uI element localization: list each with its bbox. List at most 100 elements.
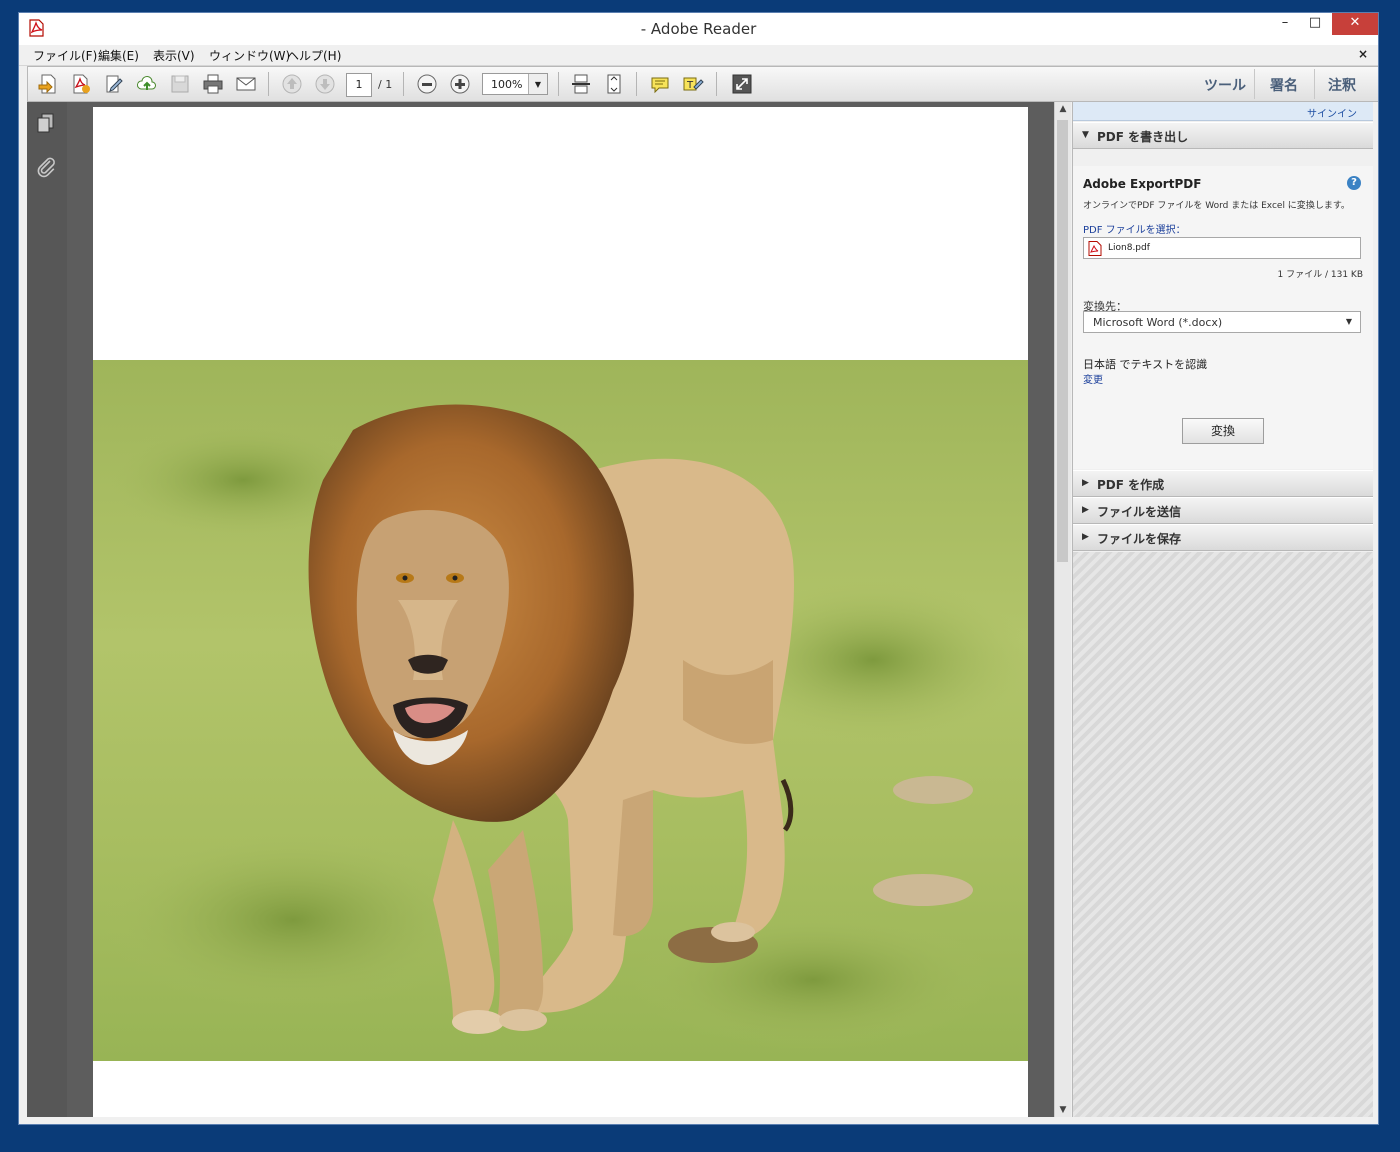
full-screen-button[interactable] [730,73,754,95]
open-button[interactable] [36,73,60,95]
zoom-in-button[interactable] [448,73,472,95]
file-name: Lion8.pdf [1108,243,1150,253]
attachment-paperclip-icon[interactable] [35,156,57,178]
title-bar: - Adobe Reader – □ ✕ [19,13,1378,45]
pdf-file-icon [1088,241,1102,256]
signin-bar: サインイン [1073,102,1373,121]
next-page-button[interactable] [313,73,337,95]
lion-photo [93,360,1028,1061]
format-dropdown[interactable]: Microsoft Word (*.docx) ▼ [1083,311,1361,333]
collapsed-triangle-icon: ▶ [1082,478,1089,488]
toolbar-separator [716,72,717,96]
format-value: Microsoft Word (*.docx) [1093,316,1223,329]
chevron-down-icon: ▼ [1345,317,1352,326]
page-thumbnails-icon[interactable] [35,112,57,134]
comment-bubble-icon [651,77,669,94]
create-pdf-icon [73,74,90,94]
menu-file[interactable]: ファイル(F) [33,47,97,64]
menu-window[interactable]: ウィンドウ(W) [209,47,290,64]
sticky-note-button[interactable] [648,73,672,95]
section-send-file[interactable]: ▶ ファイルを送信 [1073,497,1373,524]
open-file-icon [38,74,56,94]
menu-help[interactable]: ヘルプ(H) [287,47,341,64]
pdf-page [93,107,1028,1117]
maximize-button[interactable]: □ [1300,13,1330,35]
envelope-icon [236,77,256,91]
edit-button[interactable] [102,73,126,95]
scroll-mode-button[interactable] [569,73,593,95]
zoom-select[interactable]: 100% ▼ [482,73,548,95]
expand-icon [732,74,752,94]
section-send-file-label: ファイルを送信 [1097,505,1182,519]
service-description: オンラインでPDF ファイルを Word または Excel に変換します。 [1083,201,1350,211]
tab-sign[interactable]: 署名 [1270,75,1298,95]
section-save-file[interactable]: ▶ ファイルを保存 [1073,524,1373,551]
fit-page-button[interactable] [602,73,626,95]
collapsed-triangle-icon: ▶ [1082,505,1089,515]
scroll-up-icon[interactable]: ▲ [1055,104,1071,114]
save-disk-icon [171,75,189,93]
minus-circle-icon [417,74,437,94]
lion-illustration [103,404,1028,1050]
chevron-down-icon[interactable]: ▼ [528,74,547,94]
adobe-reader-window: - Adobe Reader – □ ✕ ファイル(F) 編集(E) 表示(V)… [18,12,1379,1125]
expanded-triangle-icon: ▼ [1082,130,1089,140]
toolbar-separator [403,72,404,96]
menu-view[interactable]: 表示(V) [153,47,195,64]
toolbar-separator [636,72,637,96]
toolbar-separator [558,72,559,96]
convert-button[interactable]: 変換 [1182,418,1264,444]
previous-page-button[interactable] [280,73,304,95]
page-number-input[interactable]: 1 [346,73,372,97]
toolbar: 1 / 1 100% ▼ T ツール 署名 注釈 [27,66,1378,102]
arrow-down-icon [315,74,335,94]
menu-bar: ファイル(F) 編集(E) 表示(V) ウィンドウ(W) ヘルプ(H) × [19,45,1378,66]
ocr-language-text: 日本語 でテキストを認識 [1083,358,1208,371]
scroll-down-icon[interactable]: ▼ [1055,1105,1071,1115]
upload-button[interactable] [135,73,159,95]
toolbar-separator [268,72,269,96]
selected-file-field[interactable]: Lion8.pdf [1083,237,1361,259]
help-icon[interactable]: ? [1347,176,1361,190]
close-button[interactable]: ✕ [1332,13,1378,35]
save-button[interactable] [168,73,192,95]
tab-divider [1314,69,1315,99]
section-save-file-label: ファイルを保存 [1097,532,1182,546]
tab-divider [1254,69,1255,99]
print-button[interactable] [201,73,225,95]
highlight-pen-icon: T [683,77,704,91]
signin-link[interactable]: サインイン [1307,105,1357,120]
zoom-value: 100% [491,78,523,91]
document-view[interactable] [67,102,1054,1117]
section-create-pdf[interactable]: ▶ PDF を作成 [1073,470,1373,497]
service-title: Adobe ExportPDF [1083,177,1202,191]
page-total: / 1 [378,78,393,91]
fit-page-icon [607,74,621,94]
document-close-button[interactable]: × [1358,47,1368,61]
window-title: - Adobe Reader [640,20,757,38]
section-export-pdf-label: PDF を書き出し [1097,130,1189,144]
highlight-text-button[interactable]: T [681,73,705,95]
create-pdf-button[interactable] [69,73,93,95]
navigation-pane [27,102,67,1117]
file-size-info: 1 ファイル / 131 KB [1277,270,1363,280]
section-export-pdf[interactable]: ▼ PDF を書き出し [1073,122,1373,149]
edit-document-icon [106,75,123,93]
tab-tools[interactable]: ツール [1204,75,1246,95]
vertical-scrollbar[interactable]: ▲ ▼ [1054,102,1071,1117]
scrollbar-thumb[interactable] [1057,120,1068,562]
email-button[interactable] [234,73,258,95]
ocr-change-link[interactable]: 変更 [1083,371,1103,386]
menu-edit[interactable]: 編集(E) [98,47,139,64]
export-pdf-body: Adobe ExportPDF ? オンラインでPDF ファイルを Word ま… [1073,166,1373,469]
zoom-out-button[interactable] [415,73,439,95]
cloud-upload-icon [137,75,156,90]
tab-comment[interactable]: 注釈 [1328,75,1356,95]
scroll-mode-icon [572,74,590,94]
select-pdf-label[interactable]: PDF ファイルを選択： [1083,221,1186,236]
tools-panel: サインイン ▼ PDF を書き出し Adobe ExportPDF ? オンライ… [1072,102,1373,1117]
minimize-button[interactable]: – [1270,13,1300,35]
plus-circle-icon [450,74,470,94]
svg-text:T: T [686,80,694,91]
printer-icon [203,74,223,94]
